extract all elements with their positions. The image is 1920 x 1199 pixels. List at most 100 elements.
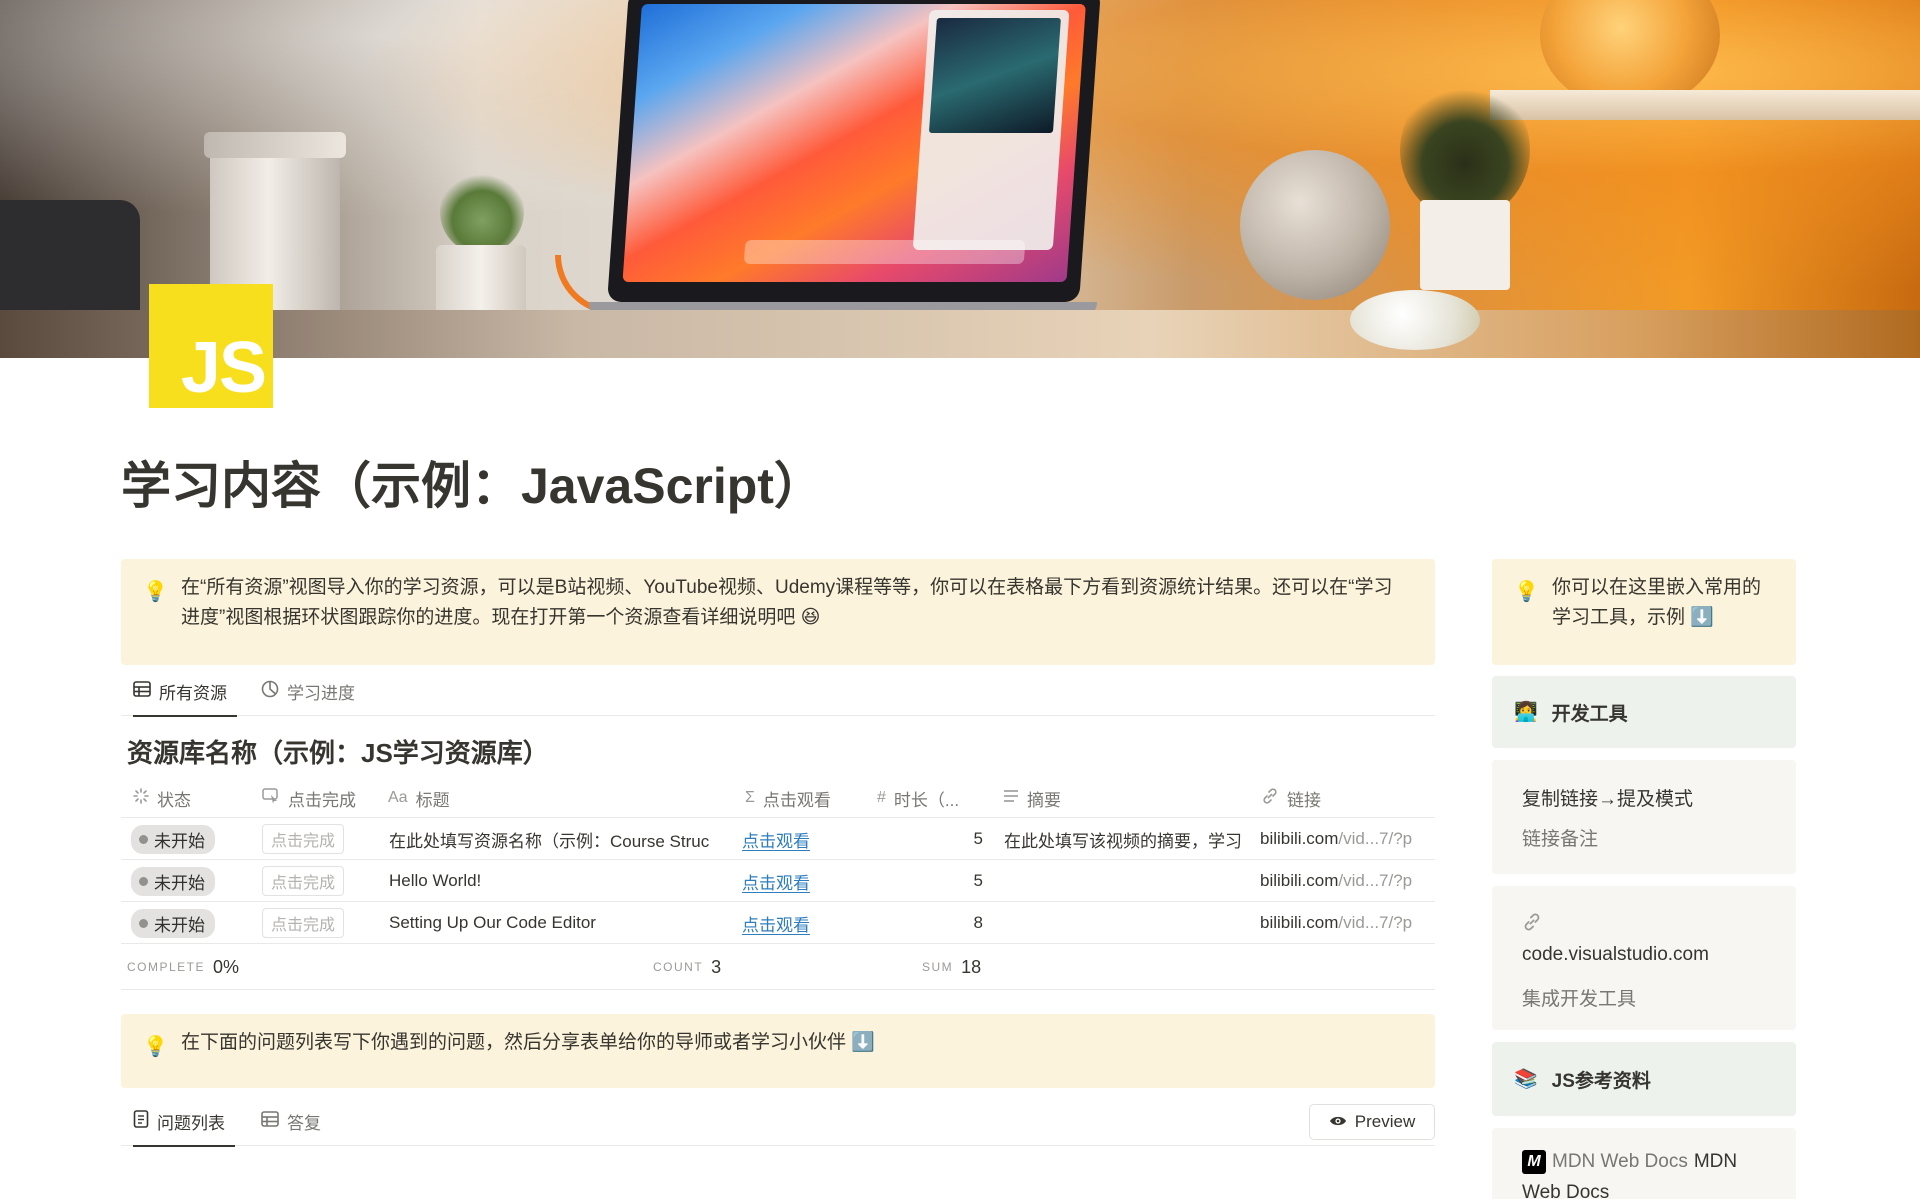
page-title[interactable]: 学习内容（示例：JavaScript） (121, 446, 824, 518)
tab-label: 所有资源 (159, 683, 227, 703)
callout-sidebar-text: 你可以在这里嵌入常用的学习工具，示例 ⬇️ (1552, 577, 1762, 628)
mdn-title-line: M MDN Web Docs MDN (1522, 1150, 1737, 1174)
complete-button[interactable]: 点击完成 (262, 866, 345, 896)
sum-aggregate[interactable]: SUM 18 (922, 944, 981, 990)
lightbulb-icon: 💡 (143, 581, 168, 603)
document-icon (133, 1109, 149, 1133)
books-icon: 📚 (1514, 1069, 1538, 1090)
mdn-logo-icon: M (1522, 1150, 1546, 1174)
mdn-bookmark-card[interactable]: M MDN Web Docs MDN Web Docs (1492, 1128, 1796, 1199)
complete-aggregate[interactable]: COMPLETE 0% (127, 944, 239, 990)
vscode-link[interactable]: code.visualstudio.com (1522, 944, 1709, 966)
tab-all-resources[interactable]: 所有资源 (133, 666, 237, 717)
watch-link[interactable]: 点击观看 (742, 827, 810, 852)
table-icon (261, 1110, 279, 1132)
table-icon (133, 680, 151, 702)
summary-cell[interactable] (1004, 860, 1252, 902)
watch-link[interactable]: 点击观看 (742, 869, 810, 894)
column-header-link[interactable]: 链接 (1261, 778, 1321, 818)
status-badge[interactable]: 未开始 (131, 824, 215, 854)
complete-cell[interactable]: 点击完成 (262, 902, 345, 944)
column-header-status[interactable]: 状态 (133, 778, 191, 818)
cover-image (0, 0, 1920, 358)
duration-cell[interactable]: 5 (877, 818, 983, 860)
chart-icon (261, 680, 279, 703)
dev-tools-card[interactable]: 👩‍💻 开发工具 (1492, 676, 1796, 748)
column-header-watch[interactable]: Σ 点击观看 (745, 778, 831, 818)
resource-table: 状态 点击完成 Aa 标题 Σ 点击观看 # 时长（... 摘要 链接 未开始 … (121, 778, 1435, 990)
question-view-tabs: 问题列表 答复 (121, 1096, 1435, 1147)
cover-desk (0, 310, 1920, 358)
table-row[interactable]: 未开始 点击完成 Hello World! 点击观看 5 bilibili.co… (121, 860, 1435, 902)
count-aggregate[interactable]: COUNT 3 (653, 944, 721, 990)
callout-questions[interactable]: 💡 在下面的问题列表写下你遇到的问题，然后分享表单给你的导师或者学习小伙伴 ⬇️ (121, 1014, 1435, 1088)
summary-cell[interactable] (1004, 902, 1252, 944)
page-icon[interactable]: JS (149, 284, 273, 408)
mention-card-title: 复制链接→提及模式 (1522, 789, 1694, 810)
status-badge[interactable]: 未开始 (131, 908, 215, 938)
eye-icon (1329, 1112, 1347, 1132)
vscode-bookmark-card[interactable]: code.visualstudio.com 集成开发工具 (1492, 886, 1796, 1030)
status-cell[interactable]: 未开始 (131, 818, 215, 860)
callout-questions-text: 在下面的问题列表写下你遇到的问题，然后分享表单给你的导师或者学习小伙伴 ⬇️ (181, 1032, 875, 1053)
cover-mouse (1350, 290, 1480, 350)
database-title[interactable]: 资源库名称（示例：JS学习资源库） (127, 733, 549, 770)
dev-tools-label: 开发工具 (1551, 703, 1628, 725)
callout-intro[interactable]: 💡 在“所有资源”视图导入你的学习资源，可以是B站视频、YouTube视频、Ud… (121, 559, 1435, 665)
tab-replies[interactable]: 答复 (261, 1096, 321, 1146)
watch-cell[interactable]: 点击观看 (742, 860, 810, 902)
lightbulb-icon: 💡 (143, 1036, 168, 1058)
mention-card[interactable]: 复制链接→提及模式 链接备注 (1492, 760, 1796, 874)
complete-cell[interactable]: 点击完成 (262, 818, 345, 860)
complete-button[interactable]: 点击完成 (262, 824, 345, 854)
js-logo-text: JS (180, 328, 267, 408)
table-header: 状态 点击完成 Aa 标题 Σ 点击观看 # 时长（... 摘要 链接 (121, 778, 1435, 818)
duration-cell[interactable]: 5 (877, 860, 983, 902)
callout-sidebar[interactable]: 💡 你可以在这里嵌入常用的学习工具，示例 ⬇️ (1492, 559, 1796, 665)
table-row[interactable]: 未开始 点击完成 在此处填写资源名称（示例：Course Struc 点击观看 … (121, 818, 1435, 860)
column-header-complete[interactable]: 点击完成 (262, 778, 356, 818)
complete-cell[interactable]: 点击完成 (262, 860, 345, 902)
column-header-duration[interactable]: # 时长（... (877, 778, 959, 818)
cover-shelf (1490, 90, 1920, 120)
table-footer: COMPLETE 0% COUNT 3 SUM 18 (121, 944, 1435, 990)
status-cell[interactable]: 未开始 (131, 860, 215, 902)
complete-button[interactable]: 点击完成 (262, 908, 345, 938)
tab-question-list[interactable]: 问题列表 (133, 1096, 235, 1147)
lines-icon (1003, 789, 1019, 808)
tab-label: 学习进度 (287, 683, 355, 703)
title-cell[interactable]: 在此处填写资源名称（示例：Course Struc (389, 818, 735, 860)
tab-progress[interactable]: 学习进度 (261, 666, 355, 716)
js-refs-card[interactable]: 📚 JS参考资料 (1492, 1042, 1796, 1116)
watch-link[interactable]: 点击观看 (742, 911, 810, 936)
link-cell[interactable]: bilibili.com/vid...7/?p (1260, 902, 1435, 944)
watch-cell[interactable]: 点击观看 (742, 818, 810, 860)
preview-button[interactable]: Preview (1309, 1104, 1435, 1140)
mdn-title-line2: Web Docs (1522, 1182, 1610, 1199)
summary-cell[interactable]: 在此处填写该视频的摘要，学习 (1004, 818, 1252, 860)
column-header-title[interactable]: Aa 标题 (388, 778, 450, 818)
watch-cell[interactable]: 点击观看 (742, 902, 810, 944)
link-icon (1261, 787, 1279, 810)
status-badge[interactable]: 未开始 (131, 866, 215, 896)
title-cell[interactable]: Hello World! (389, 860, 735, 902)
table-row[interactable]: 未开始 点击完成 Setting Up Our Code Editor 点击观看… (121, 902, 1435, 944)
loader-icon (133, 787, 149, 809)
title-cell[interactable]: Setting Up Our Code Editor (389, 902, 735, 944)
cover-plant-pot-white (1420, 200, 1510, 290)
lightbulb-icon: 💡 (1514, 581, 1539, 603)
cover-succulent (440, 170, 524, 254)
duration-cell[interactable]: 8 (877, 902, 983, 944)
link-icon (1522, 912, 1542, 938)
link-cell[interactable]: bilibili.com/vid...7/?p (1260, 860, 1435, 902)
column-header-summary[interactable]: 摘要 (1003, 778, 1061, 818)
vscode-note: 集成开发工具 (1522, 989, 1637, 1010)
technologist-icon: 👩‍💻 (1514, 702, 1538, 723)
link-cell[interactable]: bilibili.com/vid...7/?p (1260, 818, 1435, 860)
status-cell[interactable]: 未开始 (131, 902, 215, 944)
resource-view-tabs: 所有资源 学习进度 (121, 666, 1435, 717)
callout-intro-text: 在“所有资源”视图导入你的学习资源，可以是B站视频、YouTube视频、Udem… (181, 577, 1393, 628)
js-refs-label: JS参考资料 (1551, 1070, 1651, 1092)
mention-card-note: 链接备注 (1522, 829, 1599, 850)
cover-plant (1400, 80, 1530, 220)
